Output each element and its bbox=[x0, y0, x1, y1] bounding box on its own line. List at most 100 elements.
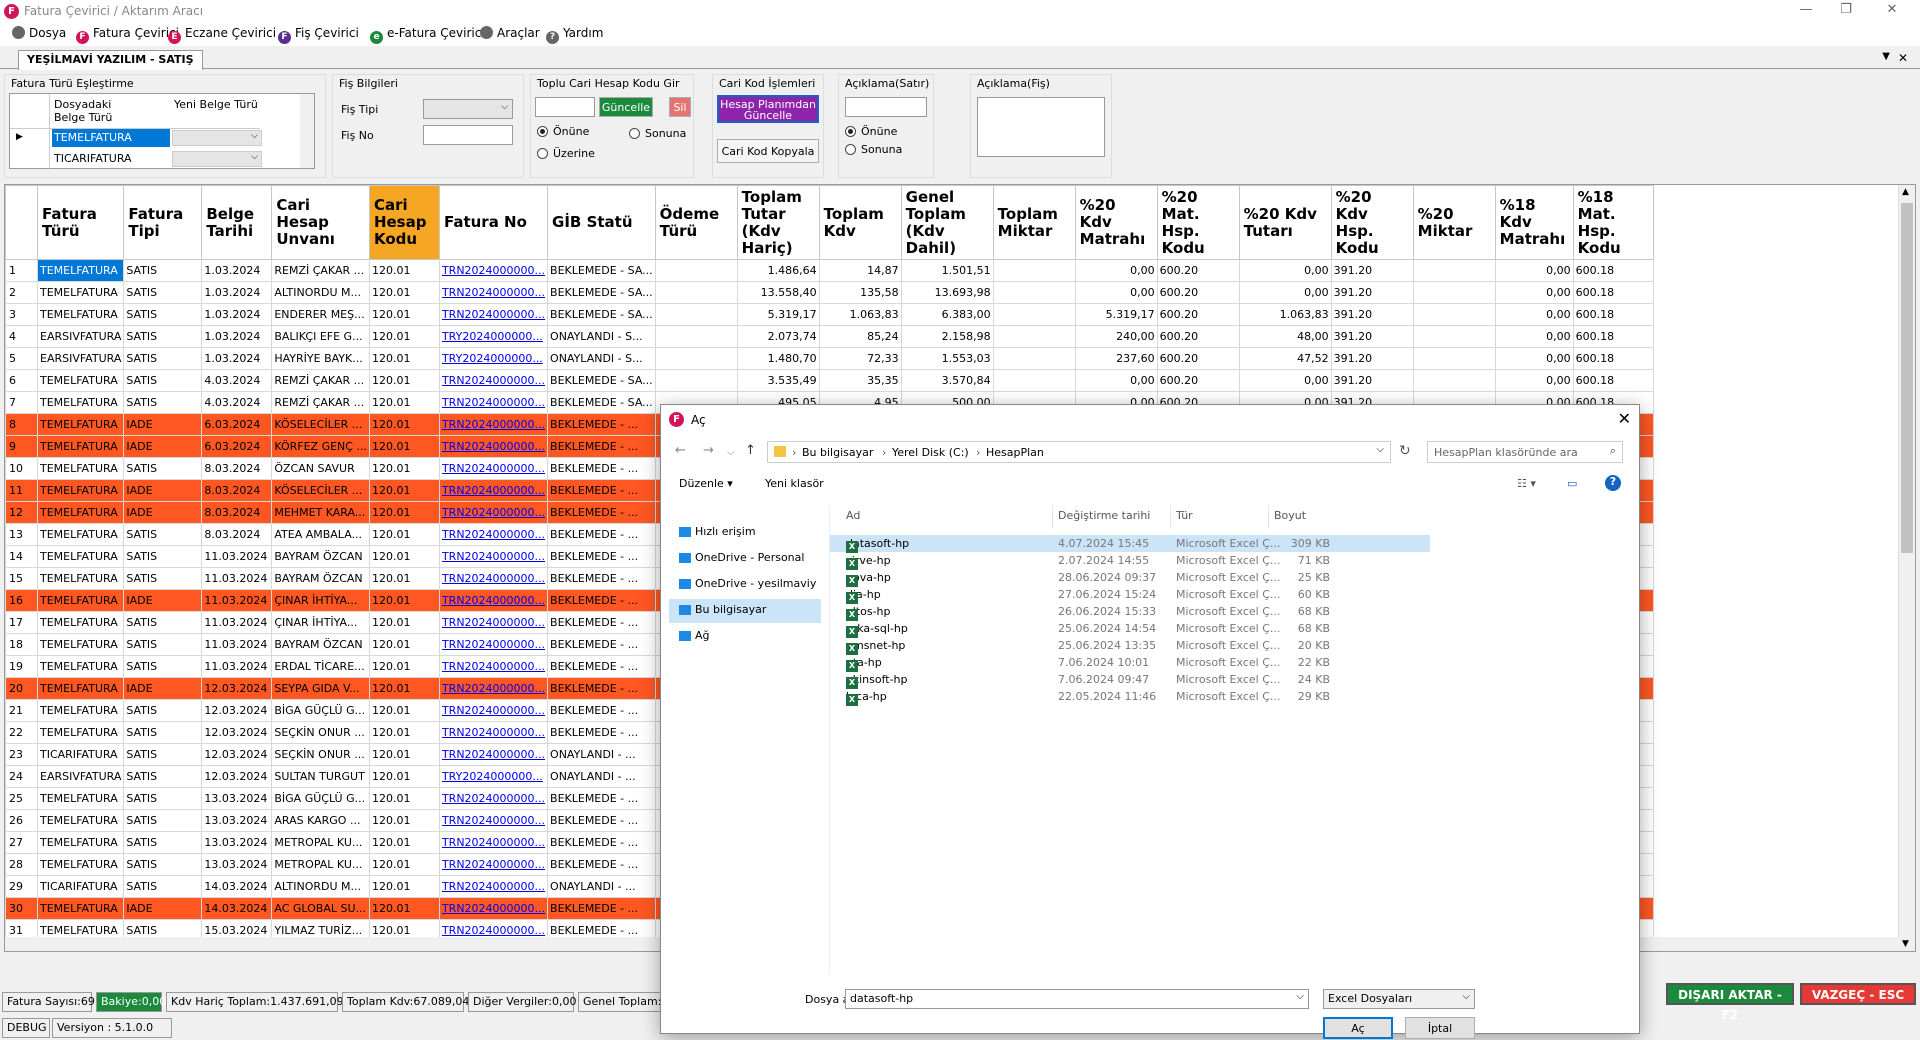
table-cell[interactable]: HAYRİYE BAYK... bbox=[271, 347, 370, 370]
organize-button[interactable]: Düzenle ▾ bbox=[679, 477, 733, 490]
table-cell[interactable]: TRN2024000000... bbox=[438, 699, 549, 722]
table-cell[interactable]: ARAS KARGO ... bbox=[271, 809, 370, 832]
table-cell[interactable]: 14.03.2024 bbox=[201, 875, 273, 898]
table-cell[interactable]: BAYRAM ÖZCAN bbox=[271, 633, 370, 656]
table-cell[interactable]: TICARIFATURA bbox=[36, 875, 125, 898]
table-cell[interactable]: BEKLEMEDE - ... bbox=[547, 413, 656, 436]
file-row[interactable]: Xnova-hp 28.06.2024 09:37 Microsoft Excel … bbox=[830, 569, 1430, 587]
table-cell[interactable]: TEMELFATURA bbox=[36, 391, 125, 414]
column-header[interactable]: Toplam Miktar bbox=[992, 185, 1076, 260]
table-cell[interactable]: 120.01 bbox=[368, 457, 440, 480]
menu-item-4[interactable]: e e-Fatura Çevirici bbox=[370, 26, 485, 44]
table-cell[interactable]: EARSIVFATURA bbox=[36, 765, 125, 788]
mapping-scrollbar[interactable] bbox=[300, 94, 314, 168]
table-cell[interactable] bbox=[654, 369, 738, 392]
table-cell[interactable]: 47,52 bbox=[1238, 347, 1332, 370]
table-cell[interactable]: 120.01 bbox=[368, 875, 440, 898]
table-cell[interactable]: 120.01 bbox=[368, 633, 440, 656]
table-cell[interactable]: 120.01 bbox=[368, 545, 440, 568]
table-cell[interactable] bbox=[992, 325, 1076, 348]
table-cell[interactable]: TRN2024000000... bbox=[438, 369, 549, 392]
table-cell[interactable]: 11.03.2024 bbox=[201, 545, 273, 568]
col-type[interactable]: Tür bbox=[1176, 509, 1193, 522]
table-cell[interactable]: ATEA AMBALA... bbox=[271, 523, 370, 546]
table-cell[interactable]: 120.01 bbox=[368, 765, 440, 788]
table-cell[interactable]: 120.01 bbox=[368, 347, 440, 370]
table-cell[interactable]: 5.319,17 bbox=[736, 303, 820, 326]
toplu-uzerine-radio[interactable]: Üzerine bbox=[537, 147, 595, 160]
column-header[interactable]: %20 Kdv Hsp. Kodu bbox=[1330, 185, 1414, 260]
table-cell[interactable]: TRN2024000000... bbox=[438, 413, 549, 436]
export-button[interactable]: DIŞARI AKTAR - F2 bbox=[1666, 983, 1794, 1022]
file-row[interactable]: Xaltos-hp 26.06.2024 15:33 Microsoft Excel… bbox=[830, 603, 1430, 621]
table-cell[interactable]: TEMELFATURA bbox=[36, 457, 125, 480]
table-cell[interactable]: 391.20 bbox=[1330, 369, 1414, 392]
table-cell[interactable]: 600.18 bbox=[1572, 303, 1654, 326]
table-cell[interactable]: SATIS bbox=[123, 611, 203, 634]
table-cell[interactable]: KÖRFEZ GENÇ ... bbox=[271, 435, 370, 458]
table-cell[interactable]: 12.03.2024 bbox=[201, 677, 273, 700]
table-cell[interactable]: 1.480,70 bbox=[736, 347, 820, 370]
table-row[interactable]: 2 TEMELFATURA SATIS 1.03.2024 ALTINORDU M...… bbox=[5, 281, 1654, 304]
table-cell[interactable]: REMZİ ÇAKAR ... bbox=[271, 391, 370, 414]
table-cell[interactable]: AC GLOBAL SU... bbox=[271, 897, 370, 920]
aciklama-onune-radio[interactable]: Önüne bbox=[845, 125, 897, 138]
table-cell[interactable]: 135,58 bbox=[818, 281, 902, 304]
menu-item-3[interactable]: F Fiş Çevirici bbox=[278, 26, 359, 44]
table-cell[interactable]: 1.063,83 bbox=[818, 303, 902, 326]
table-cell[interactable] bbox=[992, 259, 1076, 282]
table-cell[interactable]: TRY2024000000... bbox=[438, 765, 549, 788]
table-cell[interactable]: SATIS bbox=[123, 457, 203, 480]
table-cell[interactable]: TRY2024000000... bbox=[438, 347, 549, 370]
table-cell[interactable]: 12.03.2024 bbox=[201, 743, 273, 766]
table-cell[interactable]: METROPAL KU... bbox=[271, 831, 370, 854]
table-cell[interactable]: 237,60 bbox=[1074, 347, 1158, 370]
file-row[interactable]: Xluca-hp 22.05.2024 11:46 Microsoft Excel … bbox=[830, 688, 1430, 706]
table-cell[interactable]: 3.570,84 bbox=[900, 369, 994, 392]
aciklama-fis-input[interactable] bbox=[977, 97, 1105, 157]
table-cell[interactable]: 2.073,74 bbox=[736, 325, 820, 348]
table-cell[interactable]: 600.18 bbox=[1572, 259, 1654, 282]
table-cell[interactable]: 391.20 bbox=[1330, 325, 1414, 348]
table-cell[interactable]: 12.03.2024 bbox=[201, 699, 273, 722]
table-cell[interactable]: TEMELFATURA bbox=[36, 897, 125, 920]
table-cell[interactable]: 13.03.2024 bbox=[201, 831, 273, 854]
toplu-cari-input[interactable] bbox=[535, 97, 595, 117]
table-cell[interactable]: 1.03.2024 bbox=[201, 303, 273, 326]
table-row[interactable]: 1 TEMELFATURA SATIS 1.03.2024 REMZİ ÇAKAR ..… bbox=[5, 259, 1654, 282]
table-cell[interactable]: SATIS bbox=[123, 853, 203, 876]
table-cell[interactable]: TEMELFATURA bbox=[36, 523, 125, 546]
table-cell[interactable]: SATIS bbox=[123, 721, 203, 744]
table-cell[interactable]: BEKLEMEDE - ... bbox=[547, 479, 656, 502]
table-cell[interactable]: TICARIFATURA bbox=[36, 743, 125, 766]
table-cell[interactable]: TEMELFATURA bbox=[36, 809, 125, 832]
table-cell[interactable]: 8.03.2024 bbox=[201, 501, 273, 524]
table-cell[interactable]: TRN2024000000... bbox=[438, 743, 549, 766]
table-cell[interactable]: TEMELFATURA bbox=[36, 369, 125, 392]
toplu-sonuna-radio[interactable]: Sonuna bbox=[629, 127, 686, 140]
search-input[interactable]: HesapPlan klasöründe ara ⌕ bbox=[1427, 441, 1623, 463]
table-cell[interactable]: IADE bbox=[123, 897, 203, 920]
tab-dropdown-icon[interactable]: ▼ bbox=[1882, 51, 1890, 62]
chevron-down-icon[interactable]: ⌵ bbox=[1296, 991, 1304, 1002]
table-cell[interactable] bbox=[654, 281, 738, 304]
table-cell[interactable]: SATIS bbox=[123, 875, 203, 898]
table-cell[interactable]: 120.01 bbox=[368, 853, 440, 876]
mapping-row-target-select[interactable]: ⌵ bbox=[172, 151, 262, 167]
aciklama-sonuna-radio[interactable]: Sonuna bbox=[845, 143, 902, 156]
table-cell[interactable]: BEKLEMEDE - ... bbox=[547, 655, 656, 678]
table-cell[interactable]: TEMELFATURA bbox=[36, 413, 125, 436]
table-cell[interactable]: TRN2024000000... bbox=[438, 853, 549, 876]
table-cell[interactable]: IADE bbox=[123, 479, 203, 502]
table-cell[interactable]: 0,00 bbox=[1074, 281, 1158, 304]
table-cell[interactable]: BEKLEMEDE - SA... bbox=[547, 303, 656, 326]
table-cell[interactable]: SATIS bbox=[123, 325, 203, 348]
table-cell[interactable]: TRN2024000000... bbox=[438, 545, 549, 568]
table-cell[interactable]: 13.558,40 bbox=[736, 281, 820, 304]
table-cell[interactable]: 1.03.2024 bbox=[201, 281, 273, 304]
column-header[interactable]: Genel Toplam (Kdv Dahil) bbox=[900, 185, 994, 260]
table-cell[interactable]: 120.01 bbox=[368, 281, 440, 304]
column-header[interactable]: Toplam Kdv bbox=[818, 185, 902, 260]
table-cell[interactable]: METROPAL KU... bbox=[271, 853, 370, 876]
column-header[interactable]: Fatura Türü bbox=[36, 185, 125, 260]
